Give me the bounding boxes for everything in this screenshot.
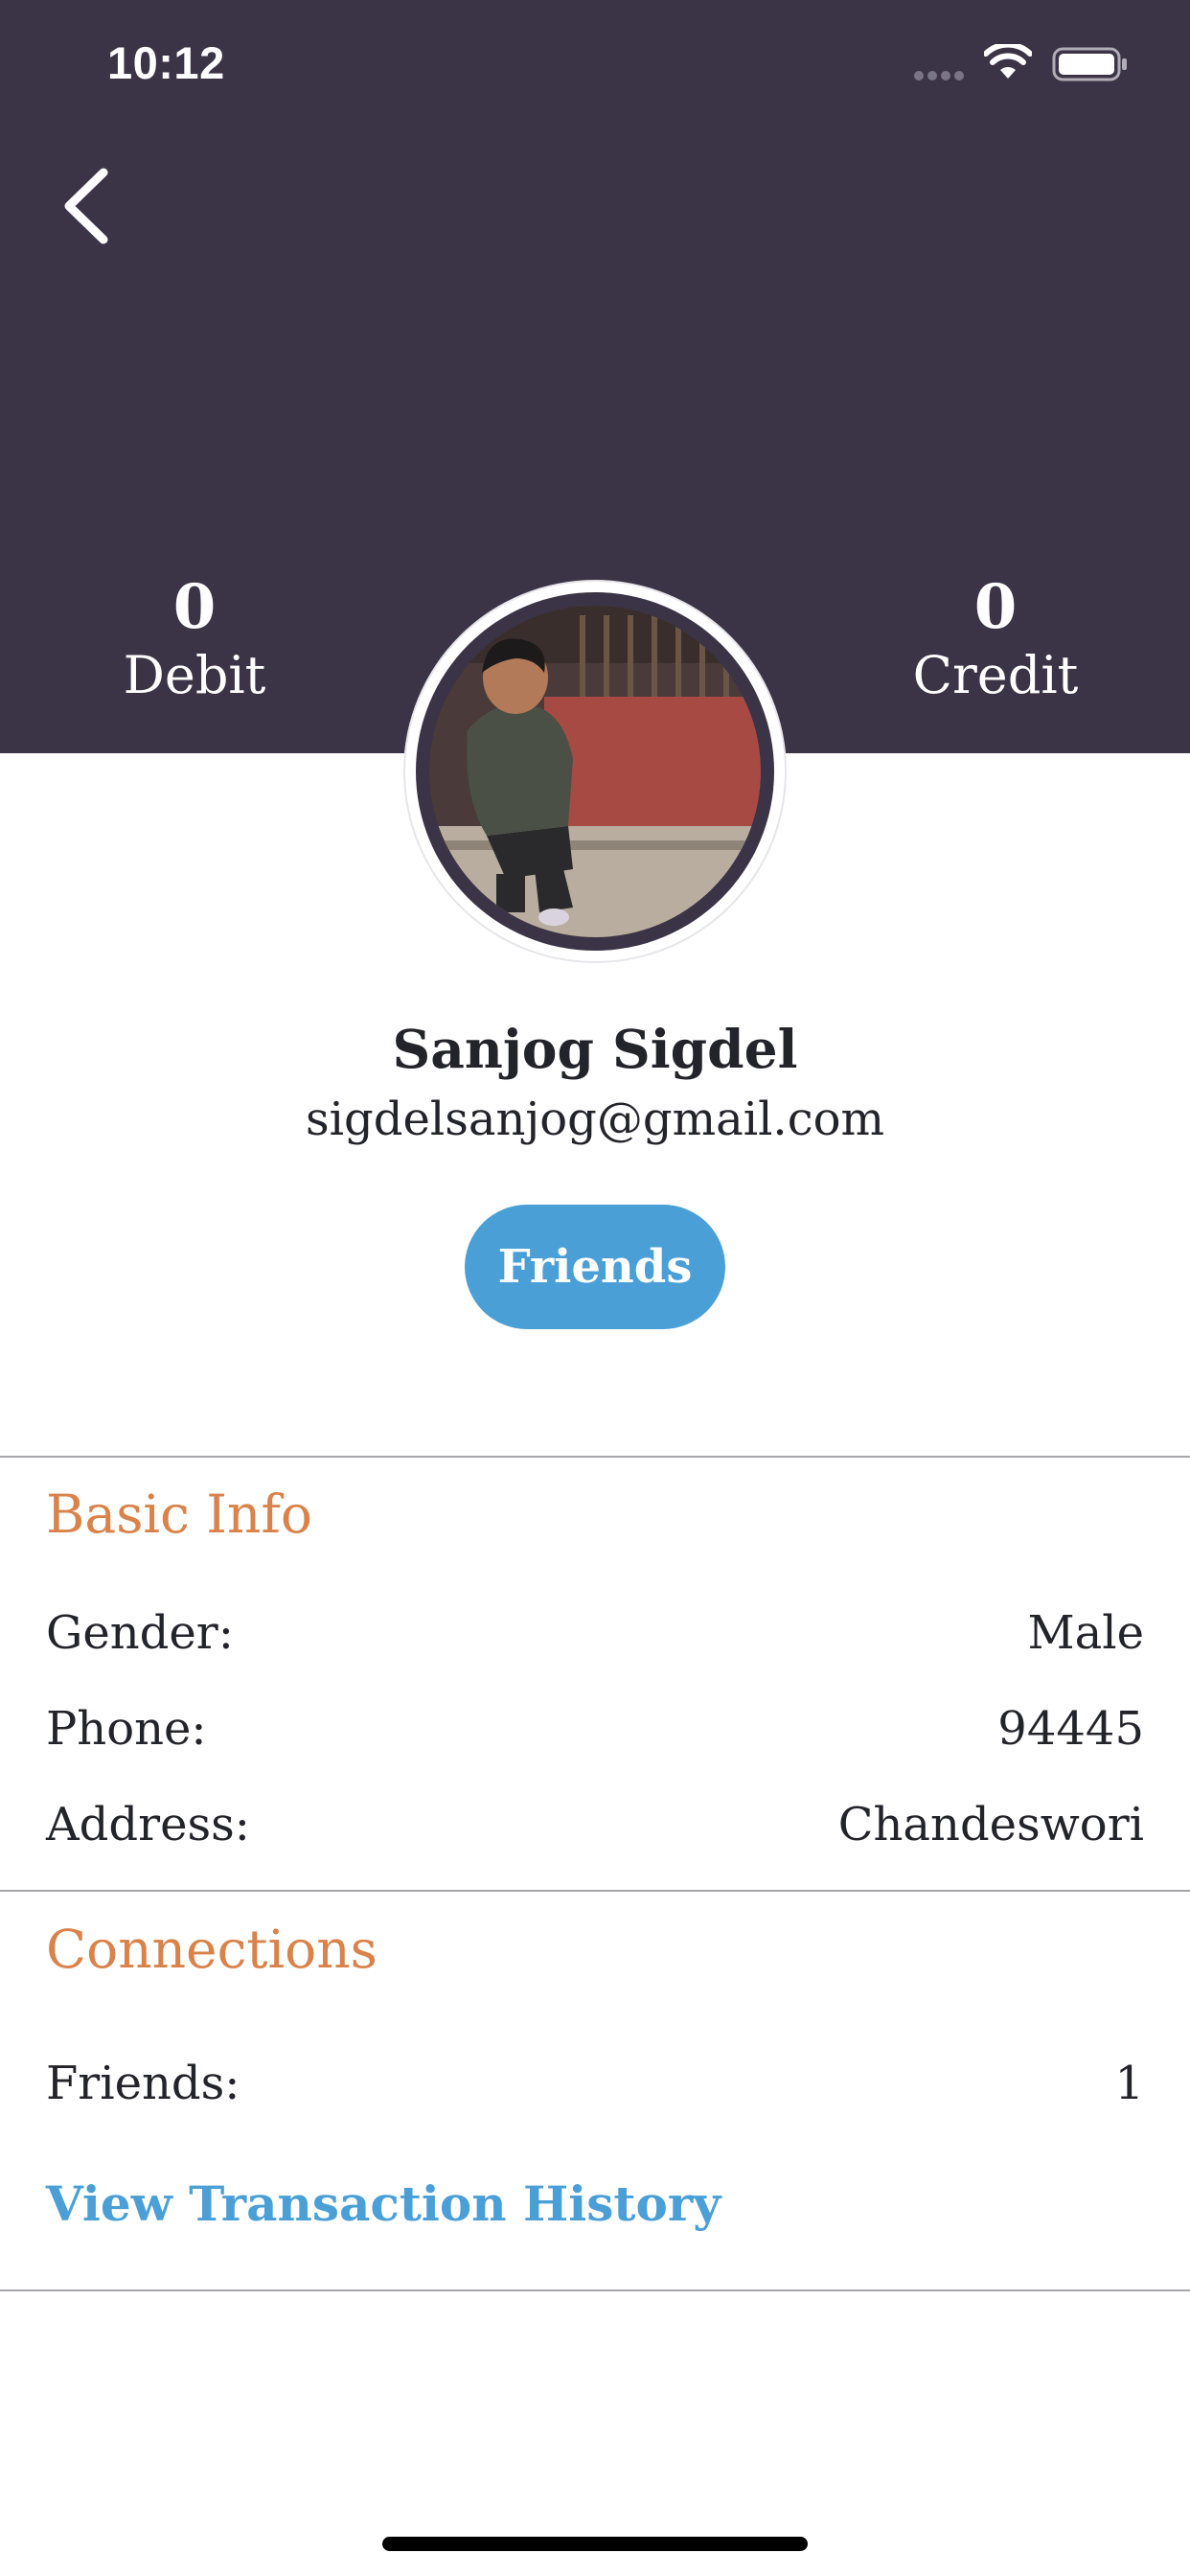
- basic-info-title: Basic Info: [46, 1484, 312, 1545]
- status-time: 10:12: [107, 37, 225, 88]
- home-indicator: [382, 2537, 808, 2551]
- avatar: [405, 582, 785, 961]
- wifi-icon: [984, 44, 1032, 79]
- debit-stat: 0 Debit: [70, 570, 319, 706]
- connections-title: Connections: [46, 1919, 378, 1980]
- divider: [0, 1890, 1190, 1892]
- gender-value: Male: [1027, 1606, 1144, 1660]
- debit-value: 0: [172, 571, 217, 643]
- friends-count-label: Friends:: [46, 2057, 240, 2110]
- credit-label: Credit: [912, 645, 1079, 705]
- friends-button[interactable]: Friends: [465, 1205, 725, 1329]
- gender-label: Gender:: [46, 1606, 234, 1660]
- address-value: Chandeswori: [837, 1798, 1144, 1852]
- view-transaction-history-link[interactable]: View Transaction History: [46, 2175, 721, 2232]
- profile-name: Sanjog Sigdel: [392, 1018, 798, 1080]
- divider: [0, 1456, 1190, 1458]
- credit-stat: 0 Credit: [871, 570, 1120, 706]
- cellular-signal-icon: [914, 71, 970, 80]
- back-chevron-icon[interactable]: [56, 163, 123, 249]
- profile-photo: [429, 606, 761, 937]
- address-label: Address:: [46, 1798, 250, 1852]
- divider: [0, 2289, 1190, 2291]
- profile-email: sigdelsanjog@gmail.com: [306, 1092, 884, 1146]
- friends-count-value: 1: [1114, 2057, 1144, 2110]
- phone-value: 94445: [997, 1702, 1144, 1756]
- credit-value: 0: [973, 571, 1018, 643]
- debit-label: Debit: [123, 645, 266, 705]
- phone-label: Phone:: [46, 1702, 207, 1756]
- battery-icon: [1052, 47, 1127, 81]
